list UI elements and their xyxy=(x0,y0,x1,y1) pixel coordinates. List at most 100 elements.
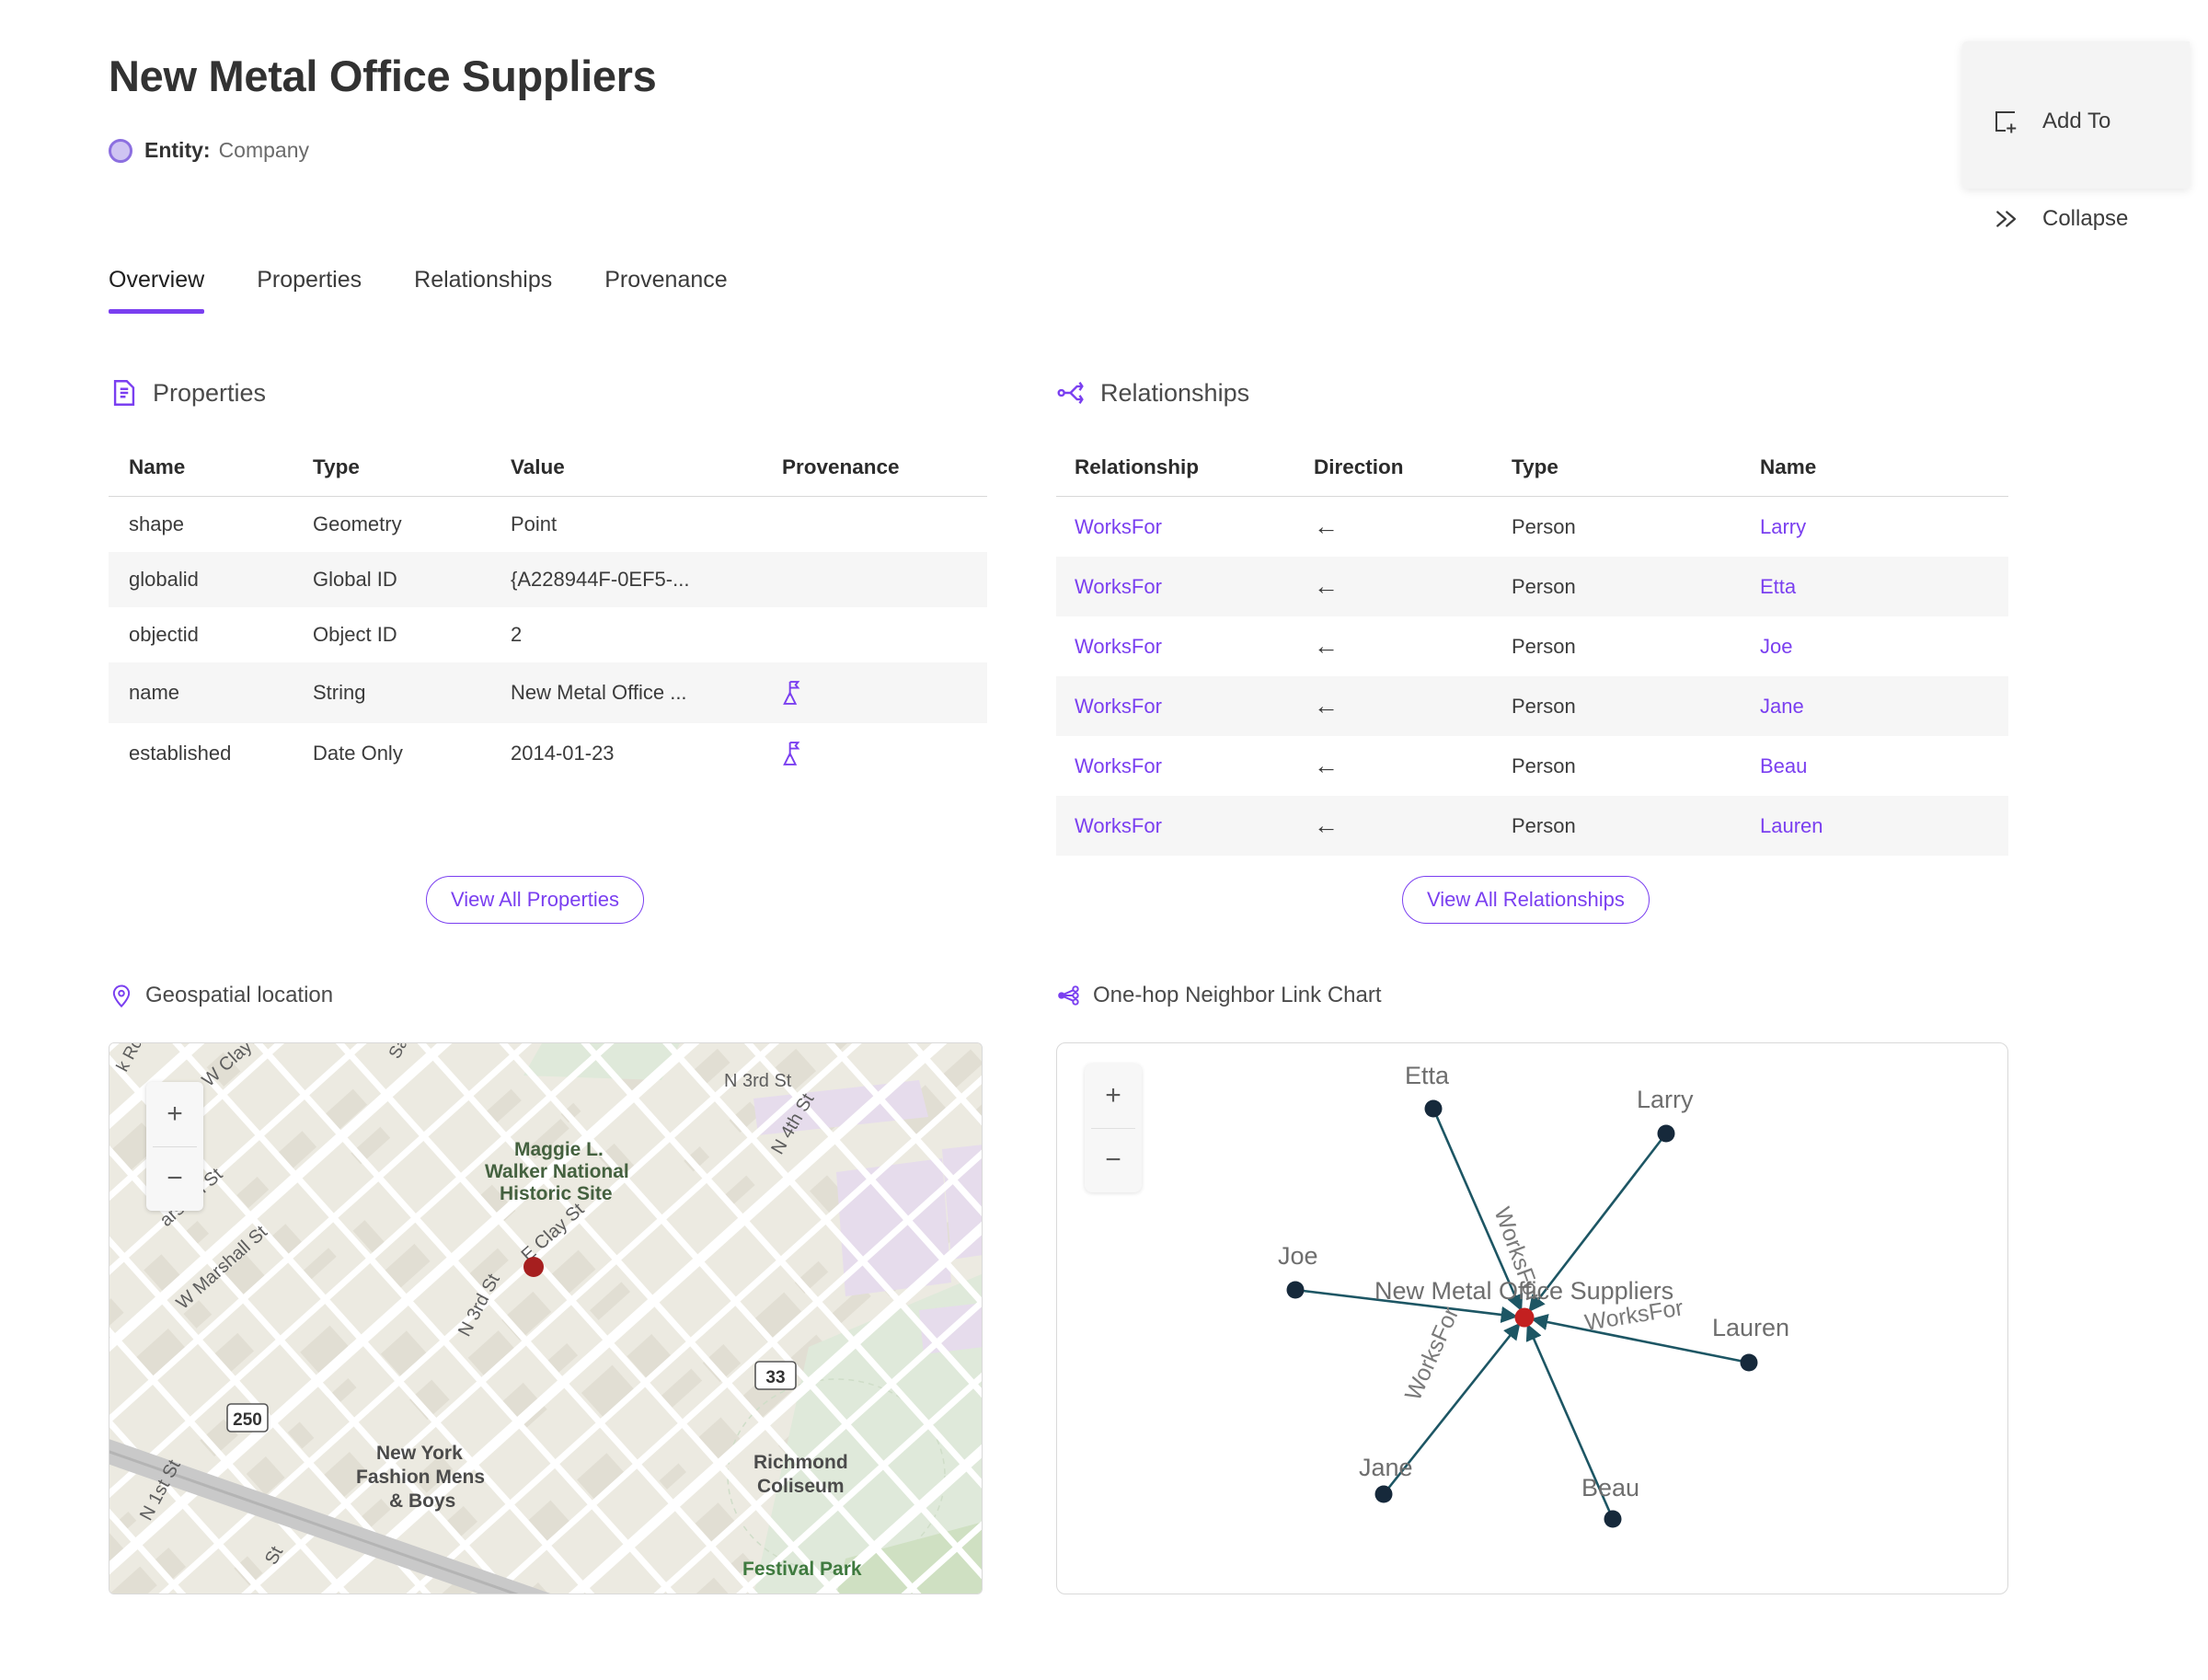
cell-provenance xyxy=(782,497,987,553)
cell-type: Person xyxy=(1512,574,1576,598)
tab-overview[interactable]: Overview xyxy=(109,267,205,314)
cell-name[interactable]: Beau xyxy=(1760,736,2008,796)
col-value: Value xyxy=(511,455,782,497)
table-header-row: Relationship Direction Type Name xyxy=(1056,455,2008,497)
link-chart-section-title: One-hop Neighbor Link Chart xyxy=(1093,983,1382,1007)
tab-properties[interactable]: Properties xyxy=(257,267,362,314)
link-chart-zoom-controls[interactable]: + − xyxy=(1085,1064,1142,1192)
map-canvas[interactable]: k Rd W Clay St SaN 3rd StMaggie L.Walker N… xyxy=(109,1043,983,1594)
table-row[interactable]: WorksFor ← Person Etta xyxy=(1056,557,2008,616)
map-label: Walker National xyxy=(485,1161,629,1182)
map-zoom-out-button[interactable]: − xyxy=(146,1147,203,1212)
cell-name[interactable]: Etta xyxy=(1760,557,2008,616)
table-row[interactable]: WorksFor ← Person Jane xyxy=(1056,676,2008,736)
relationships-table: Relationship Direction Type Name WorksFo… xyxy=(1056,455,2008,856)
map-zoom-controls[interactable]: + − xyxy=(146,1082,203,1211)
table-row[interactable]: shape Geometry Point xyxy=(109,497,987,553)
link-chart-node-label: Etta xyxy=(1405,1062,1450,1089)
link-chart-node[interactable] xyxy=(1424,1099,1443,1118)
document-list-icon xyxy=(109,377,140,408)
map-panel[interactable]: k Rd W Clay St Sa N 3rd St Maggie L. Walker N… xyxy=(109,1042,983,1594)
cell-relationship[interactable]: WorksFor xyxy=(1056,676,1314,736)
cell-provenance[interactable] xyxy=(782,723,987,784)
table-row[interactable]: objectid Object ID 2 xyxy=(109,607,987,662)
table-row[interactable]: WorksFor ← Person Lauren xyxy=(1056,796,2008,856)
graph-branch-icon xyxy=(1056,377,1087,408)
link-chart-section-header: One-hop Neighbor Link Chart xyxy=(1056,983,1382,1008)
table-row[interactable]: name String New Metal Office ... xyxy=(109,662,987,723)
link-chart-canvas[interactable]: WorksForWorksForWorksFor EttaLarryJoeLau… xyxy=(1057,1043,2008,1594)
view-all-relationships-button[interactable]: View All Relationships xyxy=(1402,876,1650,924)
cell-name[interactable]: Lauren xyxy=(1760,796,2008,856)
col-provenance: Provenance xyxy=(782,455,987,497)
cell-relationship[interactable]: WorksFor xyxy=(1056,796,1314,856)
link-chart-node-label: Larry xyxy=(1637,1086,1694,1113)
entity-value: Company xyxy=(218,138,309,162)
link-chart-node[interactable] xyxy=(1657,1124,1675,1143)
table-row[interactable]: WorksFor ← Person Beau xyxy=(1056,736,2008,796)
add-to-icon xyxy=(1992,108,2019,135)
link-chart-node[interactable] xyxy=(1740,1353,1758,1372)
cell-value: 2014-01-23 xyxy=(511,742,615,765)
properties-table: Name Type Value Provenance shape Geometry… xyxy=(109,455,987,784)
col-relationship: Relationship xyxy=(1056,455,1314,497)
add-to-button[interactable]: Add To xyxy=(1992,108,2110,135)
location-marker[interactable] xyxy=(523,1257,544,1277)
cell-name: globalid xyxy=(129,568,199,591)
cell-value: New Metal Office ... xyxy=(511,681,687,704)
entity-subtitle: Entity: Company xyxy=(109,138,309,163)
link-chart-center-node[interactable] xyxy=(1514,1307,1535,1328)
cell-type: Person xyxy=(1512,634,1576,658)
col-name: Name xyxy=(109,455,313,497)
action-panel: Add To Collapse xyxy=(1962,41,2190,231)
link-chart-edge-label: WorksFor xyxy=(1400,1304,1464,1405)
cell-name[interactable]: Jane xyxy=(1760,676,2008,736)
link-chart-panel[interactable]: WorksFor WorksFor WorksFor Etta Larry Joe Lau… xyxy=(1056,1042,2008,1594)
link-chart-node[interactable] xyxy=(1286,1281,1305,1299)
map-label: & Boys xyxy=(389,1490,455,1512)
cell-relationship[interactable]: WorksFor xyxy=(1056,736,1314,796)
table-row[interactable]: established Date Only 2014-01-23 xyxy=(109,723,987,784)
page-title: New Metal Office Suppliers xyxy=(109,52,657,100)
provenance-flag-icon[interactable] xyxy=(782,678,987,708)
collapse-label: Collapse xyxy=(2042,206,2129,231)
link-chart-node-label: Lauren xyxy=(1712,1314,1789,1341)
geospatial-section-title: Geospatial location xyxy=(145,983,334,1007)
table-row[interactable]: WorksFor ← Person Joe xyxy=(1056,616,2008,676)
cell-name[interactable]: Larry xyxy=(1760,497,2008,558)
link-chart-zoom-in-button[interactable]: + xyxy=(1085,1064,1142,1128)
link-chart-node-label: Beau xyxy=(1581,1474,1639,1502)
map-label: Maggie L. xyxy=(514,1139,604,1160)
relationships-section-title: Relationships xyxy=(1100,378,1250,407)
link-chart-zoom-out-button[interactable]: − xyxy=(1085,1129,1142,1193)
map-zoom-in-button[interactable]: + xyxy=(146,1082,203,1146)
provenance-flag-icon[interactable] xyxy=(782,739,987,768)
table-row[interactable]: globalid Global ID {A228944F-0EF5-... xyxy=(109,552,987,607)
cell-value: {A228944F-0EF5-... xyxy=(511,568,690,591)
link-chart-node[interactable] xyxy=(1604,1510,1622,1528)
cell-name[interactable]: Joe xyxy=(1760,616,2008,676)
cell-relationship[interactable]: WorksFor xyxy=(1056,616,1314,676)
cell-provenance[interactable] xyxy=(782,662,987,723)
view-all-properties-button[interactable]: View All Properties xyxy=(426,876,645,924)
tab-relationships[interactable]: Relationships xyxy=(414,267,552,314)
map-label: N 3rd St xyxy=(724,1071,792,1091)
entity-label: Entity: xyxy=(144,138,211,162)
cell-relationship[interactable]: WorksFor xyxy=(1056,497,1314,558)
map-label: Fashion Mens xyxy=(356,1467,485,1488)
cell-relationship[interactable]: WorksFor xyxy=(1056,557,1314,616)
link-chart-node[interactable] xyxy=(1374,1485,1393,1503)
entity-type-dot-icon xyxy=(109,138,132,163)
map-label: New York xyxy=(376,1443,463,1464)
collapse-button[interactable]: Collapse xyxy=(1992,205,2128,233)
link-chart-node-label: Jane xyxy=(1359,1454,1413,1481)
table-row[interactable]: WorksFor ← Person Larry xyxy=(1056,497,2008,558)
cell-type: String xyxy=(313,681,366,704)
tab-provenance[interactable]: Provenance xyxy=(604,267,727,314)
cell-type: Person xyxy=(1512,514,1576,538)
cell-type: Person xyxy=(1512,813,1576,837)
cell-value: 2 xyxy=(511,623,523,646)
cell-provenance xyxy=(782,607,987,662)
chevron-double-right-icon xyxy=(1992,205,2019,233)
relationships-section-header: Relationships xyxy=(1056,377,1249,408)
